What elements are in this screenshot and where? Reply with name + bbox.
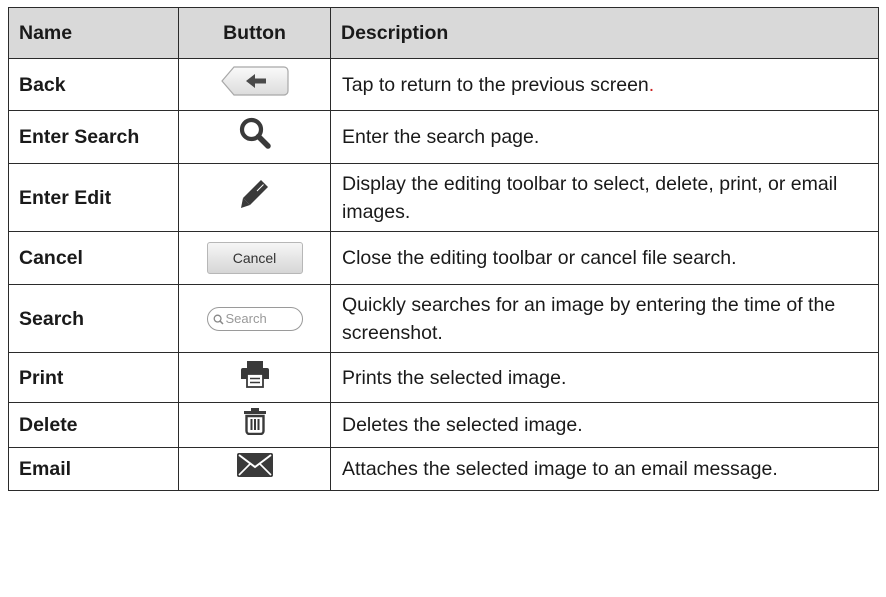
button-cell: Search — [178, 284, 331, 353]
row-name: Search — [8, 284, 179, 353]
row-description: Deletes the selected image. — [330, 402, 879, 448]
table-row: Email Attaches the selected image to an … — [8, 447, 879, 491]
button-cell — [178, 110, 331, 164]
search-field-label: Search — [225, 311, 267, 326]
row-description: Quickly searches for an image by enterin… — [330, 284, 879, 353]
button-cell — [178, 352, 331, 403]
envelope-icon — [236, 453, 273, 485]
button-cell — [178, 58, 331, 111]
magnifier-icon — [238, 116, 272, 158]
table-row: Delete Deletes the selected image. — [8, 402, 879, 448]
table-row: Back Tap to return to the previous scree… — [8, 58, 879, 111]
row-name: Delete — [8, 402, 179, 448]
table-row: Search Search Quickly searches for an im… — [8, 284, 879, 353]
header-button: Button — [178, 7, 331, 59]
row-name: Print — [8, 352, 179, 403]
printer-icon — [240, 360, 270, 396]
row-description: Prints the selected image. — [330, 352, 879, 403]
table-row: Print Prints the selected image. — [8, 352, 879, 403]
button-cell — [178, 402, 331, 448]
button-cell — [178, 163, 331, 232]
table-row: Enter Search Enter the search page. — [8, 110, 879, 164]
table-row: Cancel Cancel Close the editing toolbar … — [8, 231, 879, 285]
pencil-icon — [239, 177, 271, 219]
button-reference-table: Name Button Description Back Tap to retu… — [8, 7, 879, 491]
row-name: Cancel — [8, 231, 179, 285]
row-name: Back — [8, 58, 179, 111]
row-description: Enter the search page. — [330, 110, 879, 164]
row-name: Enter Search — [8, 110, 179, 164]
button-cell — [178, 447, 331, 491]
trash-icon — [243, 407, 267, 443]
button-cell: Cancel — [178, 231, 331, 285]
header-name: Name — [8, 7, 179, 59]
search-icon — [213, 314, 224, 325]
row-description: Tap to return to the previous screen. — [330, 58, 879, 111]
table-row: Enter Edit Display the editing toolbar t… — [8, 163, 879, 232]
back-arrow-icon — [220, 65, 290, 105]
row-description: Close the editing toolbar or cancel file… — [330, 231, 879, 285]
row-name: Enter Edit — [8, 163, 179, 232]
table-header-row: Name Button Description — [8, 7, 879, 59]
search-field: Search — [206, 307, 303, 331]
row-description: Attaches the selected image to an email … — [330, 447, 879, 491]
row-name: Email — [8, 447, 179, 491]
header-description: Description — [330, 7, 879, 59]
cancel-button: Cancel — [206, 242, 303, 274]
row-description: Display the editing toolbar to select, d… — [330, 163, 879, 232]
